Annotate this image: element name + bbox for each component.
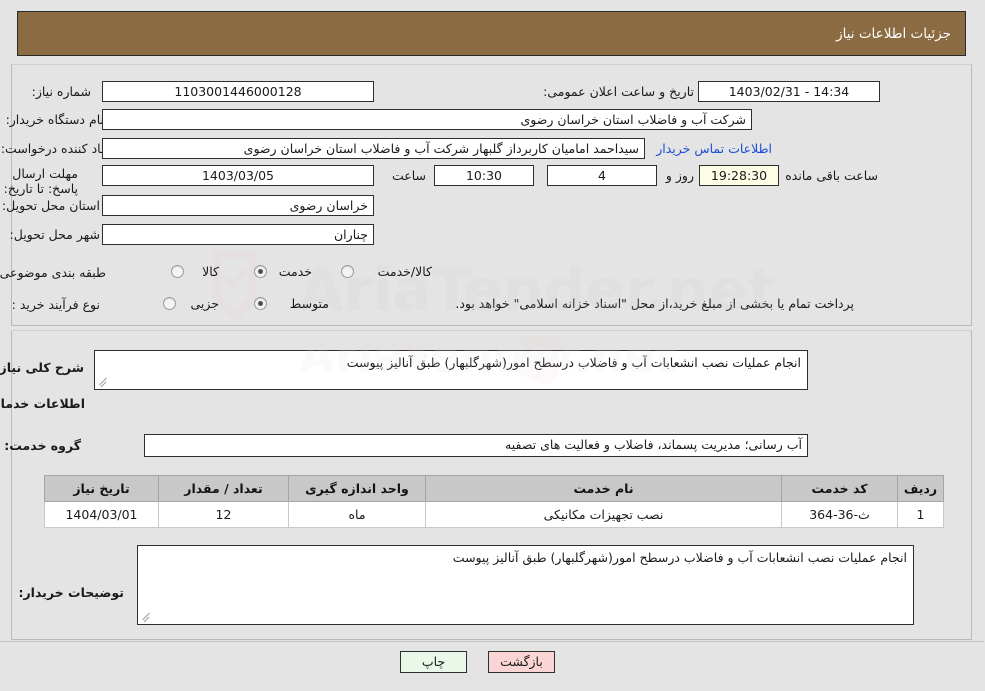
th-unit: واحد اندازه گیری <box>289 475 427 502</box>
buyer-notes-value: انجام عملیات نصب انشعابات آب و فاضلاب در… <box>453 550 908 565</box>
services-heading: اطلاعات خدمات مورد نیاز <box>0 396 86 411</box>
radio-process-medium[interactable] <box>255 297 268 310</box>
treasury-note: پرداخت تمام یا بخشی از مبلغ خرید،از محل … <box>456 296 855 311</box>
radio-category-goods-label: کالا <box>203 264 220 279</box>
td-row: 1 <box>898 501 945 528</box>
table-row: 1 ث-36-364 نصب تجهیزات مکانیکی ماه 12 14… <box>45 501 945 528</box>
td-code: ث-36-364 <box>782 501 899 528</box>
need-summary-textarea[interactable]: انجام عملیات نصب انشعابات آب و فاضلاب در… <box>95 350 809 390</box>
public-announce-label: تاریخ و ساعت اعلان عمومی: <box>544 84 695 99</box>
radio-category-goods-service[interactable] <box>342 265 355 278</box>
services-table: ردیف کد خدمت نام خدمت واحد اندازه گیری ت… <box>45 475 945 528</box>
radio-process-minor-label: جزیی <box>191 296 220 311</box>
requester-value: سیداحمد امامیان کاربرداز گلبهار شرکت آب … <box>103 138 646 159</box>
th-quantity: تعداد / مقدار <box>159 475 290 502</box>
radio-process-medium-label: متوسط <box>290 296 330 311</box>
need-summary-label: شرح کلی نیاز: <box>0 360 85 375</box>
day-and-label: روز و <box>666 168 695 183</box>
hour-remaining-label: ساعت باقی مانده <box>786 168 879 183</box>
buyer-org-value: شرکت آب و فاضلاب استان خراسان رضوی <box>103 109 753 130</box>
th-row: ردیف <box>898 475 945 502</box>
radio-category-goods[interactable] <box>172 265 185 278</box>
requester-label: ایجاد کننده درخواست: <box>1 141 117 156</box>
th-code: کد خدمت <box>782 475 899 502</box>
deadline-hour-label: ساعت <box>392 168 427 183</box>
province-label: استان محل تحویل: <box>2 198 101 213</box>
category-label: طبقه بندی موضوعی: <box>0 265 107 280</box>
deadline-label: مهلت ارسال پاسخ: تا تاریخ: <box>4 166 79 196</box>
back-button[interactable]: بازگشت <box>489 651 556 673</box>
public-announce-value: 14:34 - 1403/02/31 <box>699 81 881 102</box>
city-value: چناران <box>103 224 375 245</box>
td-date: 1404/03/01 <box>45 501 160 528</box>
td-name: نصب تجهیزات مکانیکی <box>426 501 783 528</box>
need-summary-value: انجام عملیات نصب انشعابات آب و فاضلاب در… <box>347 355 802 370</box>
service-group-value: آب رسانی؛ مدیریت پسماند، فاضلاب و فعالیت… <box>145 434 809 457</box>
th-date: تاریخ نیاز <box>45 475 160 502</box>
window-header: جزئیات اطلاعات نیاز <box>18 11 967 56</box>
province-value: خراسان رضوی <box>103 195 375 216</box>
page-title: جزئیات اطلاعات نیاز <box>837 25 952 42</box>
radio-category-service-label: خدمت <box>279 264 313 279</box>
buyer-notes-textarea[interactable]: انجام عملیات نصب انشعابات آب و فاضلاب در… <box>138 545 915 625</box>
buyer-notes-label: توضیحات خریدار: <box>19 585 125 600</box>
buyer-contact-link[interactable]: اطلاعات تماس خریدار <box>657 141 773 156</box>
need-number-value: 1103001446000128 <box>103 81 375 102</box>
deadline-date-value: 1403/03/05 <box>103 165 375 186</box>
footer-divider <box>0 641 985 642</box>
resize-grip-icon[interactable] <box>98 376 110 388</box>
days-remaining-value: 4 <box>548 165 658 186</box>
radio-process-minor[interactable] <box>164 297 177 310</box>
process-label: نوع فرآیند خرید : <box>12 297 101 312</box>
radio-category-service[interactable] <box>255 265 268 278</box>
buyer-org-label: نام دستگاه خریدار: <box>6 112 105 127</box>
need-number-label: شماره نیاز: <box>32 84 92 99</box>
page-root: AriaTender.net AriaTender.net جزئیات اطل… <box>0 0 985 691</box>
city-label: شهر محل تحویل: <box>10 227 101 242</box>
service-group-label: گروه خدمت: <box>5 438 82 453</box>
td-quantity: 12 <box>159 501 290 528</box>
th-name: نام خدمت <box>426 475 783 502</box>
resize-grip-icon-2[interactable] <box>141 611 153 623</box>
deadline-time-value: 10:30 <box>435 165 535 186</box>
radio-category-goods-service-label: کالا/خدمت <box>378 264 433 279</box>
countdown-value: 19:28:30 <box>700 165 780 186</box>
td-unit: ماه <box>289 501 427 528</box>
print-button[interactable]: چاپ <box>401 651 468 673</box>
table-header-row: ردیف کد خدمت نام خدمت واحد اندازه گیری ت… <box>45 475 945 502</box>
